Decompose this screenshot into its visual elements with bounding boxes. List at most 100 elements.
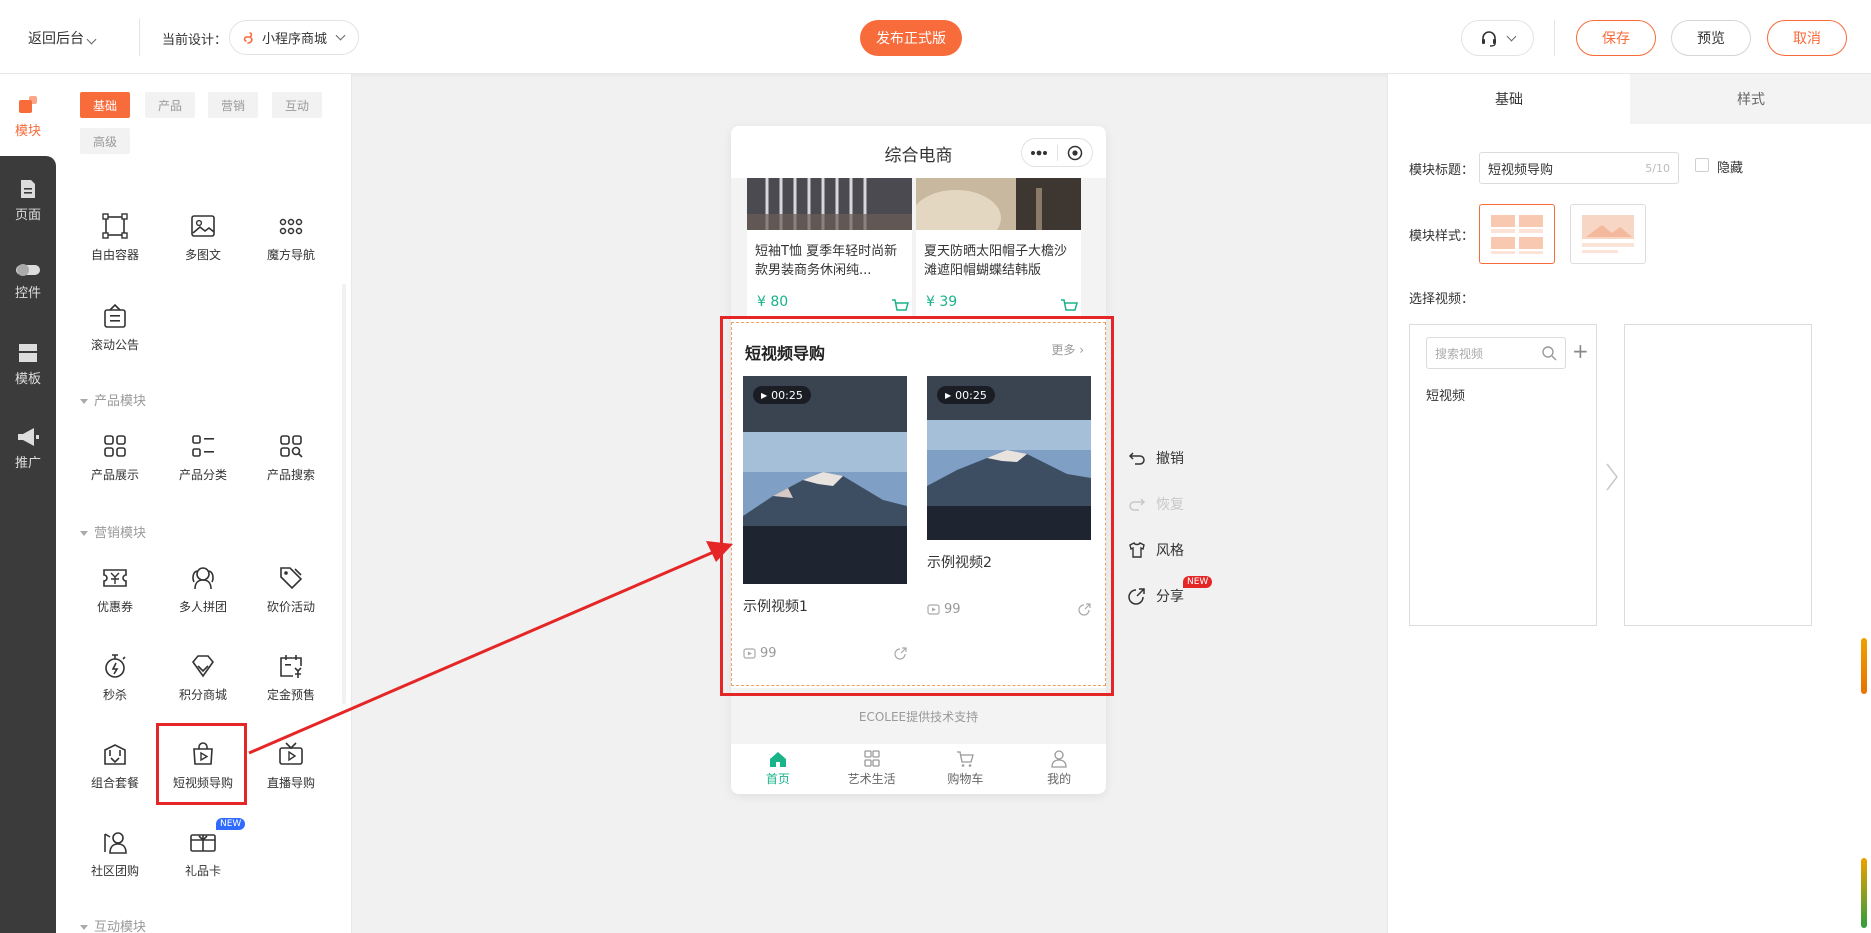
preview-button[interactable]: 预览 [1671, 20, 1751, 56]
rail-item-promotion[interactable]: 推广 [0, 426, 56, 471]
share-button[interactable]: 分享 [1128, 586, 1184, 606]
redo-icon [1129, 498, 1146, 511]
template-icon [19, 344, 37, 362]
module-live-shopping[interactable]: 直播导购 [247, 740, 335, 791]
module-multi-image-text[interactable]: 多图文 [159, 212, 247, 263]
tab-advanced[interactable]: 高级 [80, 128, 131, 154]
highlight-box-short-video [156, 723, 247, 805]
rail-item-modules[interactable]: 模块 [0, 94, 56, 139]
notice-board-icon [104, 303, 126, 328]
properties-panel: 基础 样式 模块标题： 短视频导购 5/10 隐藏 模块样式： 选择视频： 搜索… [1387, 74, 1871, 933]
module-product-search[interactable]: 产品搜索 [247, 432, 335, 483]
current-design-label: 当前设计： [162, 33, 228, 48]
free-container-icon [102, 213, 128, 239]
tab-marketing[interactable]: 营销 [208, 92, 259, 118]
design-select[interactable]: 小程序商城 [229, 20, 359, 55]
caret-down-icon [80, 399, 88, 404]
style-button[interactable]: 风格 [1128, 540, 1184, 560]
tab-style-settings[interactable]: 样式 [1630, 74, 1871, 124]
section-product-modules[interactable]: 产品模块 [80, 390, 146, 409]
chevron-right-icon: › [1079, 343, 1084, 357]
diamond-icon [191, 655, 215, 678]
module-deposit-presale[interactable]: 定金预售 [247, 652, 335, 703]
page-icon [21, 180, 35, 198]
single-layout-icon [1582, 215, 1634, 253]
tab-basic[interactable]: 基础 [80, 92, 131, 118]
add-category-icon[interactable]: + [1572, 338, 1589, 364]
chevron-down-icon [86, 34, 97, 45]
video-card[interactable]: ▶ 00:25 示例视频2 99 [927, 376, 1091, 617]
rail-item-page[interactable]: 页面 [0, 178, 56, 223]
tabbar-item-art-life[interactable]: 艺术生活 [825, 744, 919, 794]
megaphone-icon [18, 428, 39, 446]
tabbar-item-cart[interactable]: 购物车 [919, 744, 1013, 794]
product-card[interactable]: 夏天防晒太阳帽子大檐沙滩遮阳帽蝴蝶结韩版 ¥ 39 [916, 178, 1081, 318]
miniprogram-capsule[interactable] [1021, 138, 1093, 167]
divider [139, 18, 140, 56]
short-video-module[interactable]: 短视频导购 更多 › ▶ 00:25 示例视频1 99 ▶ 00:25 示例视频… [731, 316, 1106, 688]
video-category-list: 搜索视频 + 短视频 [1409, 324, 1597, 626]
cancel-button[interactable]: 取消 [1767, 20, 1847, 56]
support-menu-button[interactable] [1461, 20, 1534, 56]
product-image [916, 178, 1081, 246]
headset-icon [1482, 31, 1496, 47]
share-icon[interactable] [894, 647, 907, 660]
section-marketing-modules[interactable]: 营销模块 [80, 522, 146, 541]
rail-item-templates[interactable]: 模板 [0, 342, 56, 387]
module-community-group[interactable]: 社区团购 [71, 828, 159, 879]
save-button[interactable]: 保存 [1576, 20, 1656, 56]
chevron-right-icon[interactable] [1605, 462, 1619, 492]
play-icon: ▶ [945, 390, 952, 400]
tabbar-item-mine[interactable]: 我的 [1012, 744, 1106, 794]
style-option-grid[interactable] [1479, 204, 1555, 264]
cart-icon[interactable] [1060, 298, 1078, 316]
module-cube-nav[interactable]: 魔方导航 [247, 212, 335, 263]
video-name: 示例视频2 [927, 555, 992, 571]
video-category-item[interactable]: 短视频 [1426, 385, 1465, 404]
product-price: ¥ 39 [926, 294, 958, 310]
undo-button[interactable]: 撤销 [1128, 448, 1184, 468]
product-name: 短袖T恤 夏季年轻时尚新款男装商务休闲纯... [755, 244, 898, 278]
scrollbar-indicator [1861, 638, 1867, 694]
close-target-icon[interactable] [1058, 145, 1093, 161]
module-title-input[interactable]: 短视频导购 5/10 [1479, 152, 1679, 184]
module-flash-sale[interactable]: 秒杀 [71, 652, 159, 703]
module-combo-package[interactable]: 组合套餐 [71, 740, 159, 791]
tabbar-item-home[interactable]: 首页 [731, 744, 825, 794]
tab-product[interactable]: 产品 [145, 92, 196, 118]
product-card[interactable]: 短袖T恤 夏季年轻时尚新款男装商务休闲纯... ¥ 80 [747, 178, 912, 318]
select-video-label: 选择视频： [1409, 292, 1475, 307]
module-free-container[interactable]: 自由容器 [71, 212, 159, 263]
module-product-category[interactable]: 产品分类 [159, 432, 247, 483]
back-to-admin-button[interactable]: 返回后台 [28, 28, 97, 48]
module-coupon[interactable]: 优惠券 [71, 564, 159, 615]
hide-checkbox[interactable] [1695, 158, 1709, 172]
module-group-buy[interactable]: 多人拼团 [159, 564, 247, 615]
share-icon[interactable] [1078, 603, 1091, 616]
tab-basic-settings[interactable]: 基础 [1388, 74, 1630, 124]
module-scroll-notice[interactable]: 滚动公告 [71, 302, 159, 353]
video-search-input[interactable]: 搜索视频 [1426, 337, 1566, 369]
phone-header: 综合电商 [731, 126, 1106, 178]
new-badge: NEW [1183, 576, 1213, 588]
module-product-display[interactable]: 产品展示 [71, 432, 159, 483]
chevron-down-icon [335, 30, 346, 41]
tab-interactive[interactable]: 互动 [272, 92, 323, 118]
grid-layout-icon [1491, 215, 1543, 254]
product-name: 夏天防晒太阳帽子大檐沙滩遮阳帽蝴蝶结韩版 [924, 244, 1068, 278]
section-interactive-modules[interactable]: 互动模块 [80, 916, 146, 933]
video-card[interactable]: ▶ 00:25 示例视频1 99 [743, 376, 907, 661]
more-link[interactable]: 更多 › [1051, 341, 1084, 358]
more-dots-icon[interactable] [1022, 150, 1057, 156]
module-panel-scrollbar[interactable] [342, 284, 346, 704]
cart-icon[interactable] [891, 298, 909, 316]
module-bargain[interactable]: 砍价活动 [247, 564, 335, 615]
module-points-mall[interactable]: 积分商城 [159, 652, 247, 703]
style-option-single[interactable] [1570, 204, 1646, 264]
video-thumbnail: ▶ 00:25 [743, 376, 907, 584]
module-gift-card[interactable]: 礼品卡 [159, 828, 247, 879]
publish-button[interactable]: 发布正式版 [860, 20, 962, 56]
redo-button[interactable]: 恢复 [1128, 494, 1184, 514]
play-count-icon [927, 604, 940, 615]
rail-item-controls[interactable]: 控件 [0, 262, 56, 301]
